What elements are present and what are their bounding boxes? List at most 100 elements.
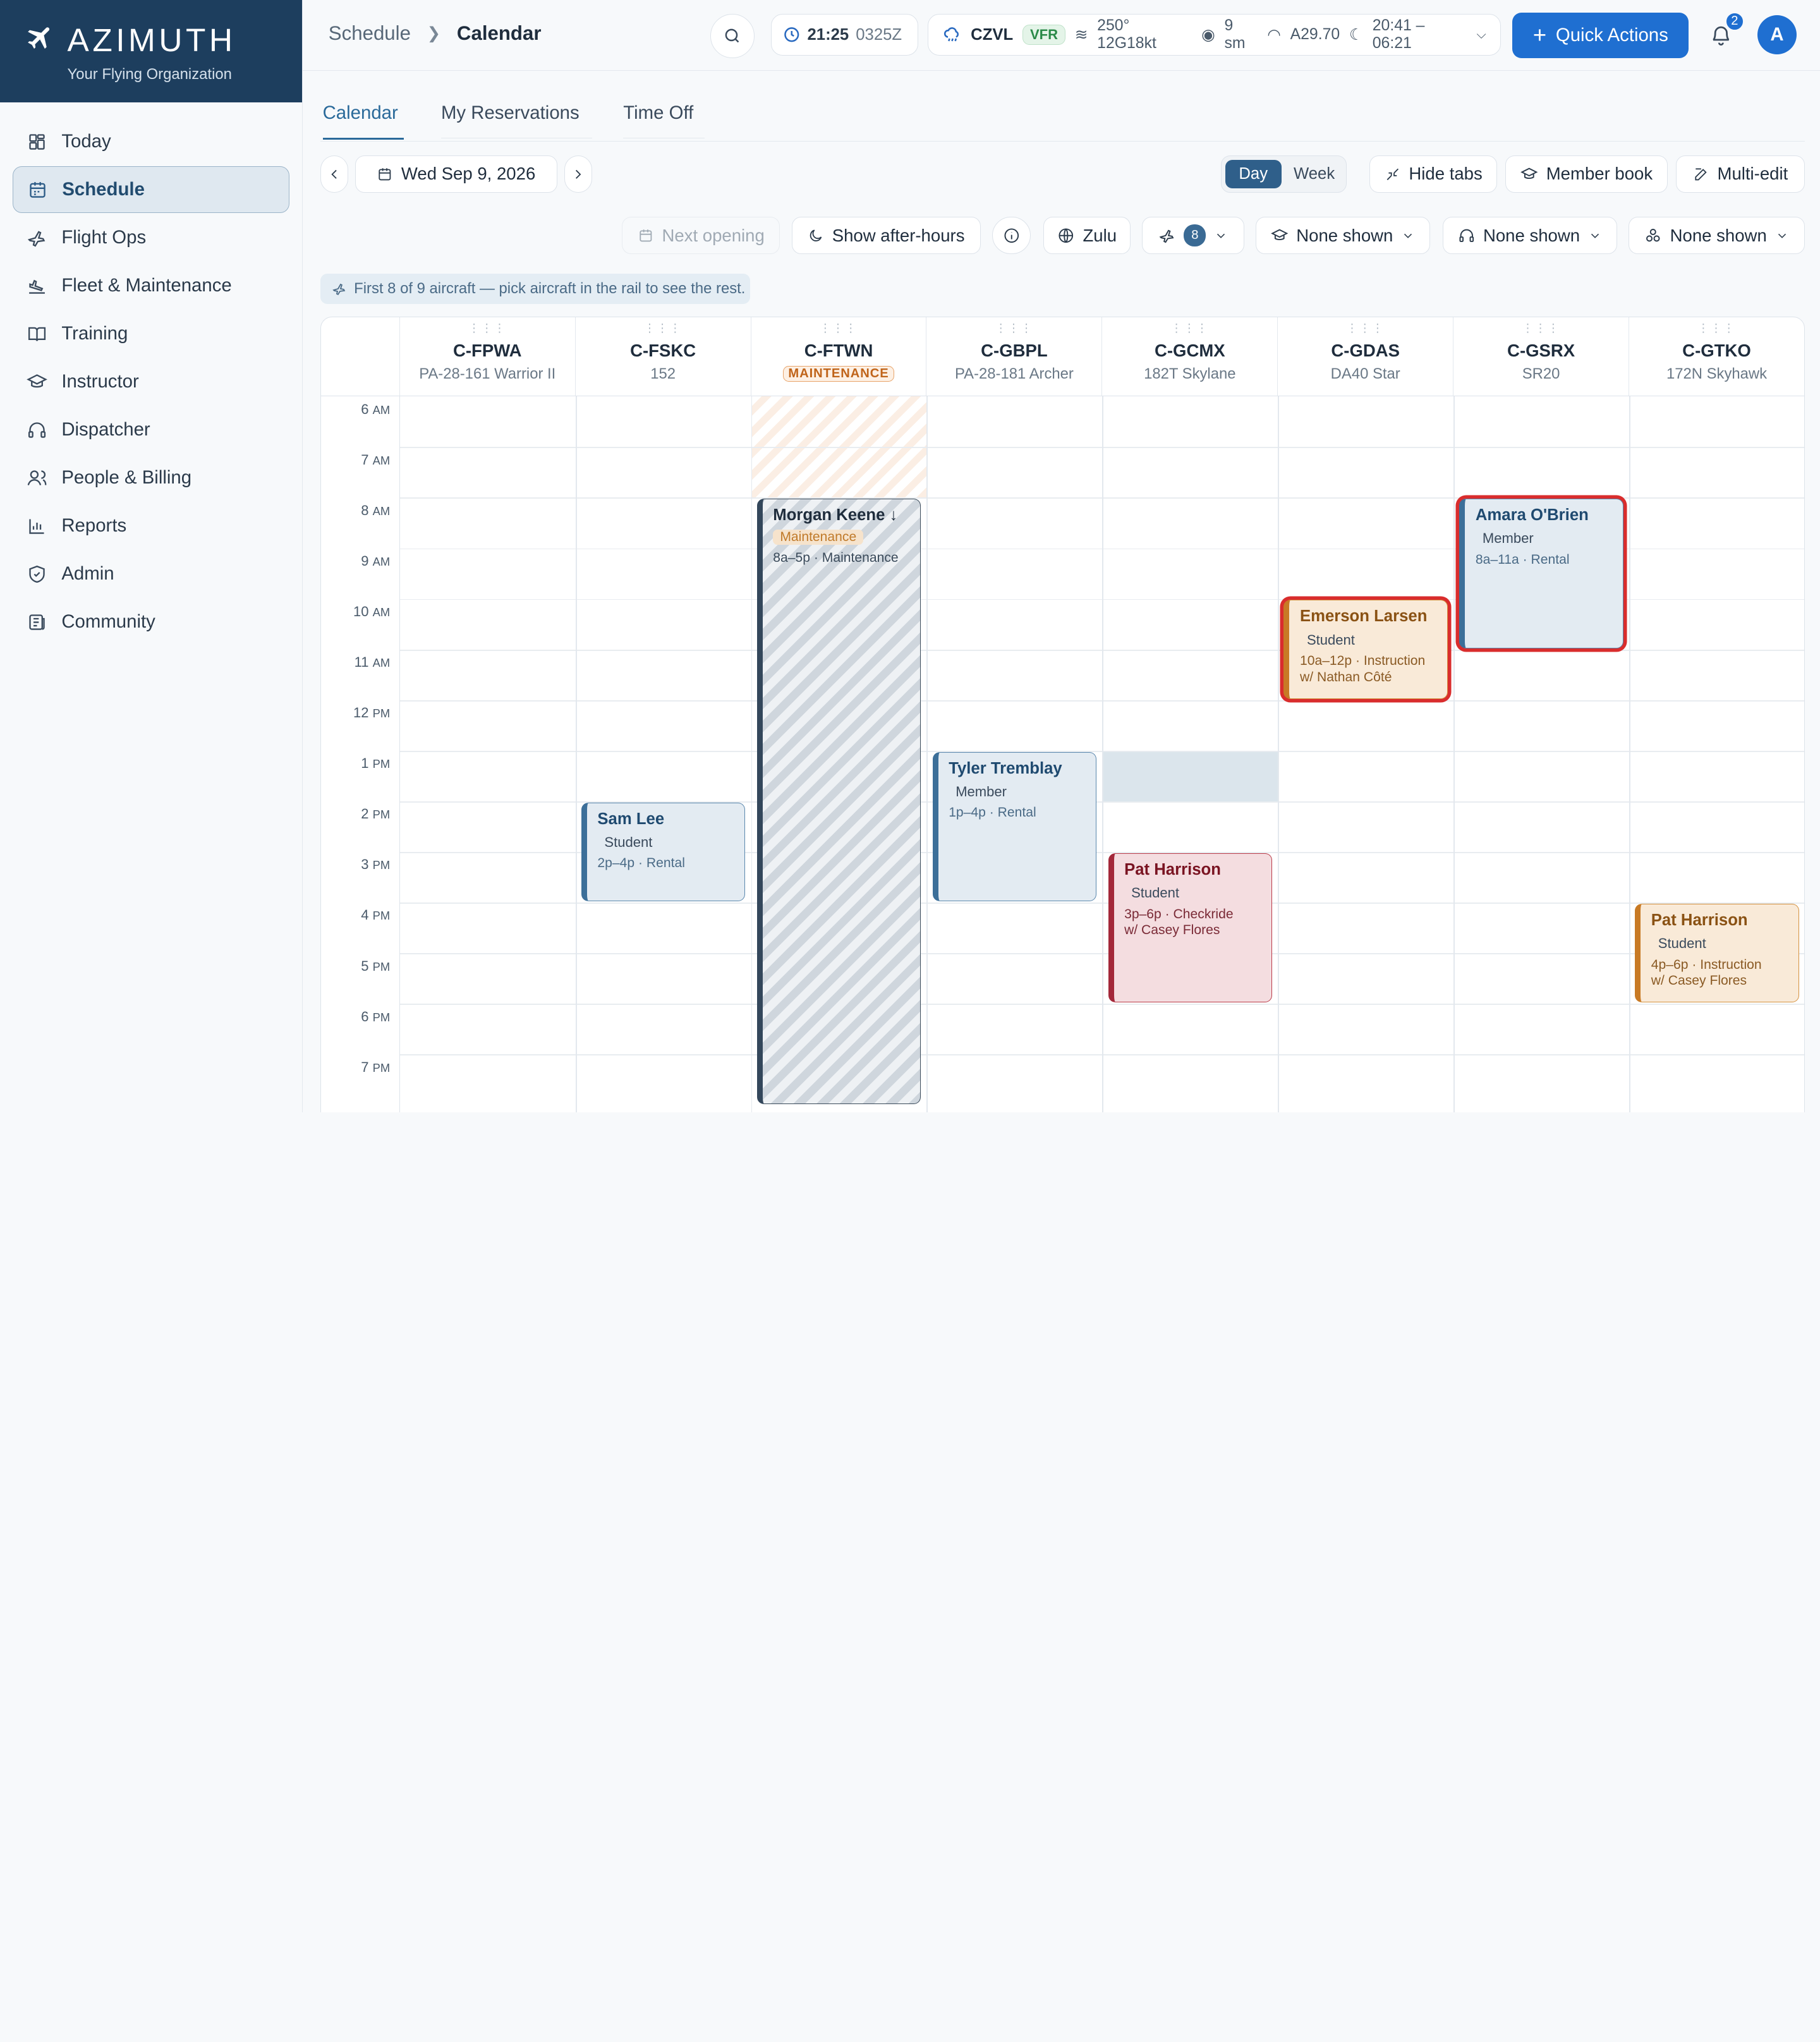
reservation-role: Student (604, 834, 652, 851)
next-day-button[interactable] (564, 155, 592, 193)
prev-day-button[interactable] (320, 155, 348, 193)
aircraft-column-header[interactable]: ⋮⋮⋮C-GDASDA40 Star (1278, 317, 1453, 396)
drag-handle-icon[interactable]: ⋮⋮⋮ (576, 322, 751, 334)
chevron-right-icon: ❯ (427, 24, 441, 43)
drag-handle-icon[interactable]: ⋮⋮⋮ (1629, 322, 1804, 334)
hour-label: 8 AM (361, 502, 390, 519)
sidebar-item-dispatcher[interactable]: Dispatcher (13, 406, 289, 453)
date-picker[interactable]: Wed Sep 9, 2026 (355, 155, 557, 193)
info-button[interactable] (992, 217, 1031, 254)
newspaper-icon (27, 612, 47, 633)
reservation-block[interactable]: Morgan Keene ↓Maintenance8a–5p · Mainten… (757, 499, 921, 1103)
chevron-down-icon (1588, 229, 1602, 243)
notifications-button[interactable]: 2 (1702, 16, 1740, 54)
info-icon (1003, 227, 1021, 245)
member-book-button[interactable]: Member book (1505, 155, 1668, 193)
hide-tabs-button[interactable]: Hide tabs (1369, 155, 1497, 193)
clock-widget[interactable]: 21:25 0325Z (771, 14, 918, 56)
reservation-name: Pat Harrison (1124, 861, 1261, 879)
tab-calendar[interactable]: Calendar (323, 102, 404, 140)
reservation-role: Member (1483, 530, 1534, 547)
reservation-block[interactable]: Amara O'BrienMember8a–11a · Rental (1459, 499, 1623, 648)
aircraft-column-header[interactable]: ⋮⋮⋮C-GCMX182T Skylane (1102, 317, 1278, 396)
drag-handle-icon[interactable]: ⋮⋮⋮ (1102, 322, 1277, 334)
headset-icon (27, 420, 47, 441)
drag-handle-icon[interactable]: ⋮⋮⋮ (400, 322, 575, 334)
reservation-block[interactable]: Tyler TremblayMember1p–4p · Rental (933, 752, 1097, 902)
sidebar-item-label: Today (61, 131, 111, 152)
graduation-cap-icon (27, 372, 47, 392)
tab-my-reservations[interactable]: My Reservations (441, 102, 592, 138)
view-toggle: Day Week (1221, 155, 1346, 193)
sidebar-item-label: Community (61, 611, 155, 633)
aircraft-column-header[interactable]: ⋮⋮⋮C-GBPLPA-28-181 Archer (926, 317, 1102, 396)
sidebar-item-reports[interactable]: Reports (13, 502, 289, 549)
sidebar-item-people-billing[interactable]: People & Billing (13, 454, 289, 501)
dispatcher-filter[interactable]: None shown (1443, 217, 1617, 254)
aircraft-column-header[interactable]: ⋮⋮⋮C-GSRXSR20 (1453, 317, 1629, 396)
drag-handle-icon[interactable]: ⋮⋮⋮ (1278, 322, 1453, 334)
aircraft-column-header[interactable]: ⋮⋮⋮C-GTKO172N Skyhawk (1629, 317, 1805, 396)
reservation-block[interactable]: Emerson LarsenStudent10a–12p · Instructi… (1283, 600, 1448, 698)
aircraft-limit-notice: First 8 of 9 aircraft — pick aircraft in… (320, 274, 750, 304)
minimize-icon (1385, 166, 1401, 183)
moon-icon (808, 228, 824, 244)
wind-icon: ≋ (1075, 25, 1088, 44)
hover-slot-highlight[interactable] (1102, 751, 1278, 801)
sidebar-item-fleet-maintenance[interactable]: Fleet & Maintenance (13, 262, 289, 308)
sidebar-item-today[interactable]: Today (13, 118, 289, 164)
aircraft-model: DA40 Star (1278, 365, 1453, 383)
reservation-block[interactable]: Pat HarrisonStudent3p–6p · Checkridew/ C… (1108, 853, 1273, 1003)
book-icon (27, 324, 47, 344)
hour-label: 6 PM (361, 1009, 390, 1025)
sun-times-value: 20:41 – 06:21 (1373, 17, 1467, 52)
sidebar-item-community[interactable]: Community (13, 599, 289, 645)
hour-label: 3 PM (361, 856, 390, 873)
multi-edit-button[interactable]: Multi-edit (1676, 155, 1805, 193)
drag-handle-icon[interactable]: ⋮⋮⋮ (751, 322, 926, 334)
brand-header[interactable]: AZIMUTH Your Flying Organization (0, 0, 302, 102)
sidebar-item-admin[interactable]: Admin (13, 550, 289, 597)
globe-icon (1057, 227, 1075, 245)
sidebar-item-training[interactable]: Training (13, 310, 289, 356)
hide-tabs-label: Hide tabs (1409, 164, 1482, 184)
search-button[interactable] (710, 14, 755, 58)
aircraft-column-header[interactable]: ⋮⋮⋮C-FTWNMAINTENANCE (751, 317, 927, 396)
weather-widget[interactable]: CZVL VFR ≋ 250° 12G18kt ◉ 9 sm ◠ A29.70 … (928, 14, 1501, 56)
week-view-button[interactable]: Week (1286, 160, 1342, 188)
reservation-block[interactable]: Sam LeeStudent2p–4p · Rental (581, 803, 746, 901)
next-opening-button[interactable]: Next opening (622, 217, 780, 254)
instructor-filter[interactable]: None shown (1256, 217, 1430, 254)
sidebar-item-instructor[interactable]: Instructor (13, 358, 289, 404)
column-divider (1629, 396, 1630, 1112)
day-view-button[interactable]: Day (1225, 160, 1282, 188)
zulu-toggle[interactable]: Zulu (1043, 217, 1131, 254)
users-icon (27, 468, 47, 489)
chevron-left-icon (326, 166, 343, 183)
drag-handle-icon[interactable]: ⋮⋮⋮ (926, 322, 1101, 334)
show-after-hours-button[interactable]: Show after-hours (792, 217, 981, 254)
tab-time-off[interactable]: Time Off (623, 102, 705, 138)
sidebar-item-flight-ops[interactable]: Flight Ops (13, 214, 289, 260)
calendar-tabs: Calendar My Reservations Time Off (320, 72, 1805, 142)
reservation-detail: 1p–4p · Rental (949, 805, 1085, 821)
aircraft-column-header[interactable]: ⋮⋮⋮C-FPWAPA-28-161 Warrior II (400, 317, 576, 396)
clock-icon (783, 26, 801, 44)
sidebar-item-schedule[interactable]: Schedule (13, 166, 289, 212)
aircraft-column-header[interactable]: ⋮⋮⋮C-FSKC152 (576, 317, 751, 396)
aircraft-filter[interactable]: 8 (1142, 217, 1244, 254)
quick-actions-button[interactable]: + Quick Actions (1512, 13, 1689, 58)
column-divider (576, 396, 577, 1112)
reservation-detail: 2p–4p · Rental (597, 855, 734, 872)
reservation-detail: 4p–6p · Instruction (1651, 957, 1788, 973)
user-avatar[interactable]: A (1757, 15, 1797, 54)
aircraft-model: 172N Skyhawk (1629, 365, 1804, 383)
aircraft-registration: C-GCMX (1102, 341, 1277, 361)
reservation-name: Tyler Tremblay (949, 760, 1085, 778)
reservation-instructor: w/ Casey Flores (1651, 973, 1788, 989)
drag-handle-icon[interactable]: ⋮⋮⋮ (1453, 322, 1629, 334)
breadcrumb-parent[interactable]: Schedule (329, 22, 411, 45)
reservation-instructor: w/ Casey Flores (1124, 922, 1261, 939)
resource-filter[interactable]: None shown (1629, 217, 1805, 254)
reservation-block[interactable]: Pat HarrisonStudent4p–6p · Instructionw/… (1635, 904, 1799, 1002)
